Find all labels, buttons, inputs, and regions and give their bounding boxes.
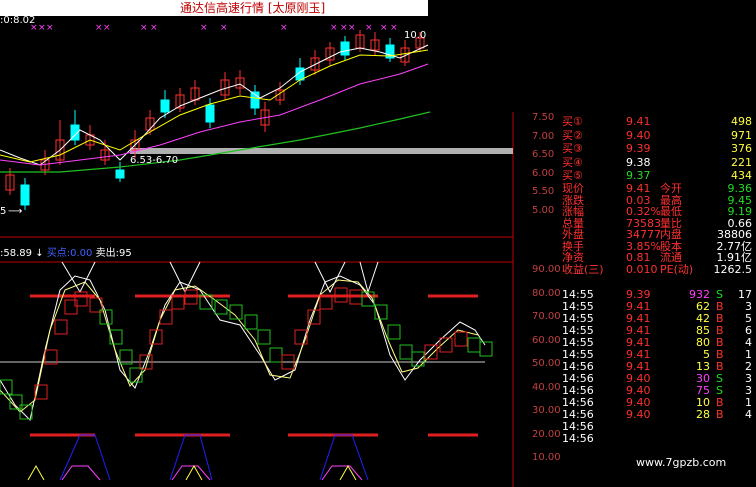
bid-price: 9.37 <box>626 169 651 182</box>
stat-value: 0.010 <box>626 262 658 276</box>
right-arrow-icon: ⟶ <box>8 206 23 217</box>
candle-body <box>115 169 125 179</box>
indicator-header: :58.89 ↓ 买点:0.00 卖出:95 <box>0 244 132 259</box>
price-tick: 5.50 <box>532 186 555 197</box>
down-arrow-icon: ↓ <box>35 248 44 259</box>
bid-volume: 498 <box>731 115 752 128</box>
indicator-step <box>454 331 468 347</box>
band-label: 6.53-6.70 <box>130 155 179 166</box>
signal-markers: × × × × × × × × × × × × × × × × <box>30 23 398 33</box>
indicator-step <box>479 341 493 357</box>
sell-label: 卖出:95 <box>95 248 132 259</box>
bid-price: 9.40 <box>626 128 651 142</box>
indicator-value: :58.89 <box>0 248 32 259</box>
signal-marker: × <box>380 23 388 33</box>
indicator-step <box>214 299 228 315</box>
bid-label: 买① <box>562 115 583 128</box>
signal-marker: × <box>46 23 54 33</box>
bid-label: 买② <box>562 128 583 142</box>
indicator-tick: 70.00 <box>532 311 561 322</box>
indicator-tick: 90.00 <box>532 264 561 275</box>
bid-volume: 221 <box>731 155 752 169</box>
watermark: www.7gpzb.com <box>636 456 727 469</box>
candle-body <box>205 104 215 123</box>
indicator-tick: 40.00 <box>532 381 561 393</box>
tick-side: B <box>716 408 724 421</box>
bid-volume: 971 <box>731 128 752 142</box>
bid-label: 买③ <box>562 142 583 155</box>
signal-marker: × <box>150 23 158 33</box>
indicator-step <box>54 319 68 335</box>
candlesticks <box>5 30 425 210</box>
indicator-step <box>269 347 283 363</box>
chart-price-label: 10.0 <box>404 30 427 41</box>
bid-price: 9.41 <box>626 115 651 128</box>
bid-label: 买④ <box>562 155 583 169</box>
signal-marker: × <box>140 23 148 33</box>
indicator-tick: 20.00 <box>532 428 561 440</box>
price-tick: 7.00 <box>532 130 555 142</box>
signal-marker: × <box>220 23 228 33</box>
signal-marker: × <box>95 23 103 33</box>
indicator-tick: 80.00 <box>532 287 561 299</box>
indicator-step <box>244 314 258 330</box>
indicator-step <box>257 329 271 345</box>
signal-marker: × <box>200 23 208 33</box>
tick-time: 14:56 <box>562 432 594 445</box>
indicator-tick: 30.00 <box>532 405 561 416</box>
stat-label: 收益(三) <box>562 262 604 276</box>
signal-marker: × <box>340 23 348 33</box>
bid-price: 9.39 <box>626 142 651 155</box>
chart-bottom-label: 5 <box>0 206 7 217</box>
signal-marker: × <box>348 23 356 33</box>
stat-value-2: 1262.5 <box>713 262 753 276</box>
indicator-step <box>387 324 401 340</box>
indicator-step <box>424 344 438 360</box>
bid-volume: 376 <box>731 142 752 155</box>
signal-marker: × <box>280 23 288 33</box>
candle-body <box>20 184 30 206</box>
signal-marker: × <box>390 23 398 33</box>
indicator-step <box>399 344 413 360</box>
indicator-panel <box>0 261 493 481</box>
price-band <box>130 148 513 154</box>
indicator-tick: 50.00 <box>532 358 561 369</box>
signal-marker: × <box>38 23 46 33</box>
candle-body <box>340 41 350 56</box>
indicator-tick: 10.00 <box>532 452 561 463</box>
signal-marker: × <box>330 23 338 33</box>
bid-volume: 434 <box>731 169 752 182</box>
bid-label: 买⑤ <box>562 169 583 182</box>
signal-marker: × <box>365 23 373 33</box>
price-tick: 6.00 <box>532 167 555 179</box>
tick-volume: 28 <box>696 408 710 421</box>
tick-count: 4 <box>745 408 752 421</box>
chart-top-label: :0:8.02 <box>0 15 36 26</box>
price-tick: 6.50 <box>532 149 555 160</box>
stat-label-2: PE(动) <box>660 262 694 276</box>
price-tick: 5.00 <box>532 204 555 216</box>
price-tick: 7.50 <box>532 112 555 123</box>
signal-marker: × <box>103 23 111 33</box>
tick-price: 9.40 <box>626 408 651 421</box>
indicator-step <box>467 337 481 353</box>
bid-price: 9.38 <box>626 155 651 169</box>
buy-label: 买点:0.00 <box>46 248 93 259</box>
candle-body <box>160 99 170 113</box>
indicator-tick: 60.00 <box>532 334 561 346</box>
